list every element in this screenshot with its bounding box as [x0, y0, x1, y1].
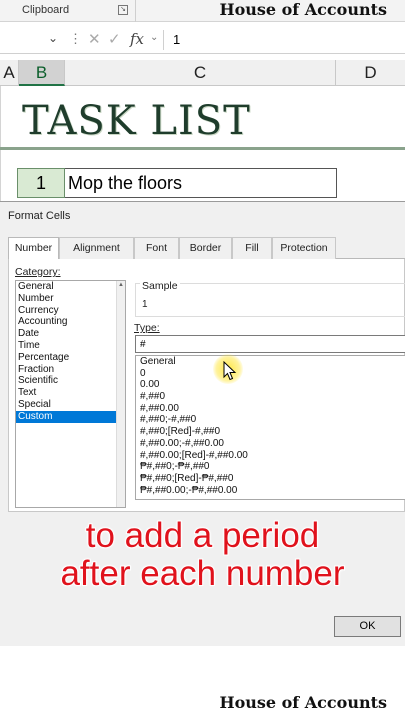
type-format-list[interactable]: General 0 0.00 #,##0 #,##0.00 #,##0;-#,#… [135, 355, 405, 500]
category-list[interactable]: General Number Currency Accounting Date … [15, 280, 126, 508]
sample-value: 1 [142, 299, 148, 310]
formula-input[interactable]: 1 [173, 32, 180, 47]
enter-check-icon[interactable]: ✓ [108, 30, 121, 48]
tab-protection[interactable]: Protection [272, 237, 336, 259]
more-options-icon[interactable]: ⋮ [69, 31, 82, 47]
ok-button[interactable]: OK [334, 616, 401, 637]
type-format-item[interactable]: #,##0.00 [136, 403, 405, 415]
type-format-item[interactable]: #,##0;[Red]-#,##0 [136, 426, 405, 438]
category-item[interactable]: Special [16, 399, 125, 411]
category-item[interactable]: Currency [16, 305, 125, 317]
tab-border[interactable]: Border [179, 237, 232, 259]
sample-label: Sample [140, 280, 180, 292]
dialog-tabs: Number Alignment Font Border Fill Protec… [8, 237, 405, 260]
category-item[interactable]: Time [16, 340, 125, 352]
task-name-cell[interactable]: Mop the floors [65, 168, 337, 198]
formula-bar-separator [163, 30, 164, 50]
tab-number[interactable]: Number [8, 237, 59, 260]
insert-function-icon[interactable]: fx [130, 30, 144, 48]
type-format-item[interactable]: General [136, 356, 405, 368]
column-header-a[interactable]: A [0, 60, 19, 86]
column-header-d[interactable]: D [336, 60, 405, 86]
category-item[interactable]: Fraction [16, 364, 125, 376]
category-item[interactable]: Scientific [16, 375, 125, 387]
task-number-cell[interactable]: 1 [17, 168, 65, 198]
type-format-item[interactable]: 0 [136, 368, 405, 380]
mouse-pointer-icon [223, 361, 237, 381]
category-scrollbar[interactable]: ▲ [116, 281, 125, 507]
watermark-bottom: House of Accounts [219, 693, 387, 712]
category-item-custom-selected[interactable]: Custom [16, 410, 125, 423]
title-underline [0, 147, 405, 150]
sheet-gridline [0, 86, 1, 201]
dialog-launcher-icon[interactable]: ↘ [118, 5, 128, 15]
column-header-b[interactable]: B [19, 60, 65, 86]
watermark-top: House of Accounts [219, 0, 387, 19]
caption-line-1: to add a period [85, 516, 321, 556]
category-item[interactable]: Date [16, 328, 125, 340]
type-format-item[interactable]: #,##0;-#,##0 [136, 414, 405, 426]
tab-alignment[interactable]: Alignment [59, 237, 134, 259]
function-dropdown-icon[interactable]: ⌄ [150, 32, 158, 43]
category-item[interactable]: Text [16, 387, 125, 399]
column-header-c[interactable]: C [65, 60, 336, 86]
tab-fill[interactable]: Fill [232, 237, 272, 259]
ribbon-divider [135, 0, 136, 22]
category-item[interactable]: General [16, 281, 125, 293]
type-input[interactable]: # [135, 335, 405, 353]
category-item[interactable]: Accounting [16, 316, 125, 328]
name-box-dropdown-icon[interactable]: ⌄ [48, 31, 58, 45]
number-tab-panel: Category: General Number Currency Accoun… [8, 259, 405, 512]
caption-line-2: after each number [59, 554, 345, 594]
column-headers: A B C D [0, 60, 405, 86]
tab-font[interactable]: Font [134, 237, 179, 259]
dialog-title: Format Cells [8, 210, 71, 222]
type-format-item[interactable]: #,##0.00;-#,##0.00 [136, 438, 405, 450]
type-format-item[interactable]: ₱#,##0;[Red]-₱#,##0 [136, 473, 405, 485]
cancel-icon[interactable]: ✕ [88, 30, 101, 48]
type-format-item[interactable]: 0.00 [136, 379, 405, 391]
scroll-up-icon[interactable]: ▲ [118, 282, 124, 288]
type-format-item[interactable]: #,##0 [136, 391, 405, 403]
type-format-item[interactable]: ₱#,##0;-₱#,##0 [136, 461, 405, 473]
type-label: Type: [134, 322, 160, 334]
category-item[interactable]: Percentage [16, 352, 125, 364]
sample-group: Sample 1 [135, 280, 405, 317]
formula-bar: ⌄ ⋮ ✕ ✓ fx ⌄ 1 [0, 26, 405, 54]
category-item[interactable]: Number [16, 293, 125, 305]
type-format-item[interactable]: ₱#,##0.00;-₱#,##0.00 [136, 485, 405, 497]
clipboard-group-label: Clipboard [22, 4, 70, 16]
type-format-item[interactable]: #,##0.00;[Red]-#,##0.00 [136, 450, 405, 462]
task-list-title[interactable]: TASK LIST [22, 98, 251, 144]
category-label: Category: [15, 266, 61, 278]
